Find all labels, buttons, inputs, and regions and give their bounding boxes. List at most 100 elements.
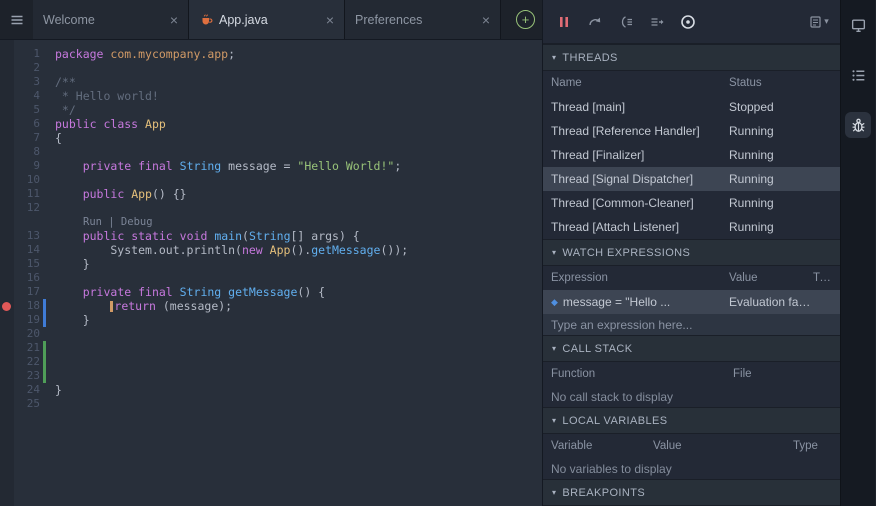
list-view-button[interactable] bbox=[845, 62, 871, 88]
line-number[interactable]: 25 bbox=[14, 397, 40, 411]
code-line[interactable]: 8 bbox=[0, 145, 542, 159]
code-text[interactable]: */ bbox=[49, 103, 76, 117]
code-text[interactable]: System.out.println(new App().getMessage(… bbox=[49, 243, 408, 257]
code-line[interactable]: 4 * Hello world! bbox=[0, 89, 542, 103]
step-over-button[interactable] bbox=[584, 11, 606, 33]
breakpoint-margin[interactable] bbox=[0, 327, 14, 341]
code-text[interactable] bbox=[49, 173, 55, 187]
code-text[interactable]: return (message); bbox=[49, 299, 232, 313]
code-line[interactable]: 9 private final String message = "Hello … bbox=[0, 159, 542, 173]
code-text[interactable]: } bbox=[49, 257, 90, 271]
breakpoint-margin[interactable] bbox=[0, 355, 14, 369]
tab-welcome[interactable]: Welcome × bbox=[33, 0, 189, 39]
line-number[interactable]: 4 bbox=[14, 89, 40, 103]
watch-section-header[interactable]: ▾ WATCH EXPRESSIONS bbox=[543, 239, 840, 266]
breakpoint-margin[interactable] bbox=[0, 369, 14, 383]
thread-row[interactable]: Thread [Finalizer]Running bbox=[543, 143, 840, 167]
code-text[interactable]: * Hello world! bbox=[49, 89, 159, 103]
breakpoint-margin[interactable] bbox=[0, 313, 14, 327]
breakpoints-section-header[interactable]: ▾ BREAKPOINTS bbox=[543, 479, 840, 506]
code-text[interactable]: Run | Debug bbox=[49, 215, 153, 229]
line-number[interactable]: 12 bbox=[14, 201, 40, 215]
pause-button[interactable] bbox=[553, 11, 575, 33]
code-text[interactable] bbox=[49, 327, 55, 341]
step-into-button[interactable] bbox=[615, 11, 637, 33]
breakpoint-margin[interactable] bbox=[0, 243, 14, 257]
watch-row[interactable]: ◆message = "Hello ...Evaluation failed..… bbox=[543, 290, 840, 314]
code-text[interactable]: private final String message = "Hello Wo… bbox=[49, 159, 401, 173]
close-icon[interactable]: × bbox=[326, 13, 334, 27]
callstack-section-header[interactable]: ▾ CALL STACK bbox=[543, 335, 840, 362]
breakpoint-dot[interactable] bbox=[0, 299, 14, 313]
breakpoint-margin[interactable] bbox=[0, 117, 14, 131]
line-number[interactable]: 10 bbox=[14, 173, 40, 187]
threads-section-header[interactable]: ▾ THREADS bbox=[543, 44, 840, 71]
line-number[interactable]: 2 bbox=[14, 61, 40, 75]
line-number[interactable]: 7 bbox=[14, 131, 40, 145]
breakpoint-margin[interactable] bbox=[0, 397, 14, 411]
code-line[interactable]: 17 private final String getMessage() { bbox=[0, 285, 542, 299]
code-text[interactable]: } bbox=[49, 383, 62, 397]
line-number[interactable]: 17 bbox=[14, 285, 40, 299]
code-text[interactable] bbox=[49, 61, 55, 75]
thread-row[interactable]: Thread [main]Stopped bbox=[543, 95, 840, 119]
thread-row[interactable]: Thread [Signal Dispatcher]Running bbox=[543, 167, 840, 191]
line-number[interactable]: 22 bbox=[14, 355, 40, 369]
code-line[interactable]: 16 bbox=[0, 271, 542, 285]
code-line[interactable]: 2 bbox=[0, 61, 542, 75]
tab-preferences[interactable]: Preferences × bbox=[345, 0, 501, 39]
line-number[interactable] bbox=[14, 215, 40, 229]
breakpoint-margin[interactable] bbox=[0, 47, 14, 61]
code-line[interactable]: 6public class App bbox=[0, 117, 542, 131]
line-number[interactable]: 8 bbox=[14, 145, 40, 159]
views-menu-button[interactable]: ▾ bbox=[808, 11, 830, 33]
line-number[interactable]: 9 bbox=[14, 159, 40, 173]
breakpoint-margin[interactable] bbox=[0, 61, 14, 75]
line-number[interactable]: 3 bbox=[14, 75, 40, 89]
code-line[interactable]: 1package com.mycompany.app; bbox=[0, 47, 542, 61]
line-number[interactable]: 13 bbox=[14, 229, 40, 243]
code-text[interactable]: public App() {} bbox=[49, 187, 187, 201]
code-text[interactable]: private final String getMessage() { bbox=[49, 285, 325, 299]
line-number[interactable]: 24 bbox=[14, 383, 40, 397]
breakpoint-margin[interactable] bbox=[0, 229, 14, 243]
step-out-button[interactable] bbox=[646, 11, 668, 33]
line-number[interactable]: 16 bbox=[14, 271, 40, 285]
code-line[interactable]: 13 public static void main(String[] args… bbox=[0, 229, 542, 243]
code-line[interactable]: 11 public App() {} bbox=[0, 187, 542, 201]
breakpoint-margin[interactable] bbox=[0, 75, 14, 89]
code-line[interactable]: 15 } bbox=[0, 257, 542, 271]
line-number[interactable]: 21 bbox=[14, 341, 40, 355]
line-number[interactable]: 14 bbox=[14, 243, 40, 257]
breakpoint-margin[interactable] bbox=[0, 89, 14, 103]
new-tab-button[interactable]: + bbox=[516, 10, 535, 29]
breakpoint-margin[interactable] bbox=[0, 173, 14, 187]
code-text[interactable]: } bbox=[49, 313, 90, 327]
breakpoint-margin[interactable] bbox=[0, 145, 14, 159]
locals-section-header[interactable]: ▾ LOCAL VARIABLES bbox=[543, 407, 840, 434]
thread-row[interactable]: Thread [Reference Handler]Running bbox=[543, 119, 840, 143]
code-text[interactable] bbox=[49, 397, 55, 411]
code-text[interactable] bbox=[49, 341, 55, 355]
breakpoint-margin[interactable] bbox=[0, 201, 14, 215]
code-line[interactable]: 10 bbox=[0, 173, 542, 187]
breakpoint-margin[interactable] bbox=[0, 341, 14, 355]
breakpoint-margin[interactable] bbox=[0, 131, 14, 145]
code-editor[interactable]: 1package com.mycompany.app;23/**4 * Hell… bbox=[0, 40, 542, 506]
watch-expression-input[interactable]: Type an expression here... bbox=[543, 314, 840, 335]
breakpoint-margin[interactable] bbox=[0, 257, 14, 271]
breakpoint-margin[interactable] bbox=[0, 285, 14, 299]
code-line[interactable]: 12 bbox=[0, 201, 542, 215]
code-line[interactable]: 18 return (message); bbox=[0, 299, 542, 313]
code-line[interactable]: 22 bbox=[0, 355, 542, 369]
code-line[interactable]: 19 } bbox=[0, 313, 542, 327]
thread-row[interactable]: Thread [Attach Listener]Running bbox=[543, 215, 840, 239]
code-line[interactable]: 21 bbox=[0, 341, 542, 355]
code-line[interactable]: 23 bbox=[0, 369, 542, 383]
code-text[interactable] bbox=[49, 201, 55, 215]
breakpoint-margin[interactable] bbox=[0, 383, 14, 397]
code-text[interactable]: /** bbox=[49, 75, 76, 89]
thread-row[interactable]: Thread [Common-Cleaner]Running bbox=[543, 191, 840, 215]
line-number[interactable]: 1 bbox=[14, 47, 40, 61]
close-icon[interactable]: × bbox=[170, 13, 178, 27]
